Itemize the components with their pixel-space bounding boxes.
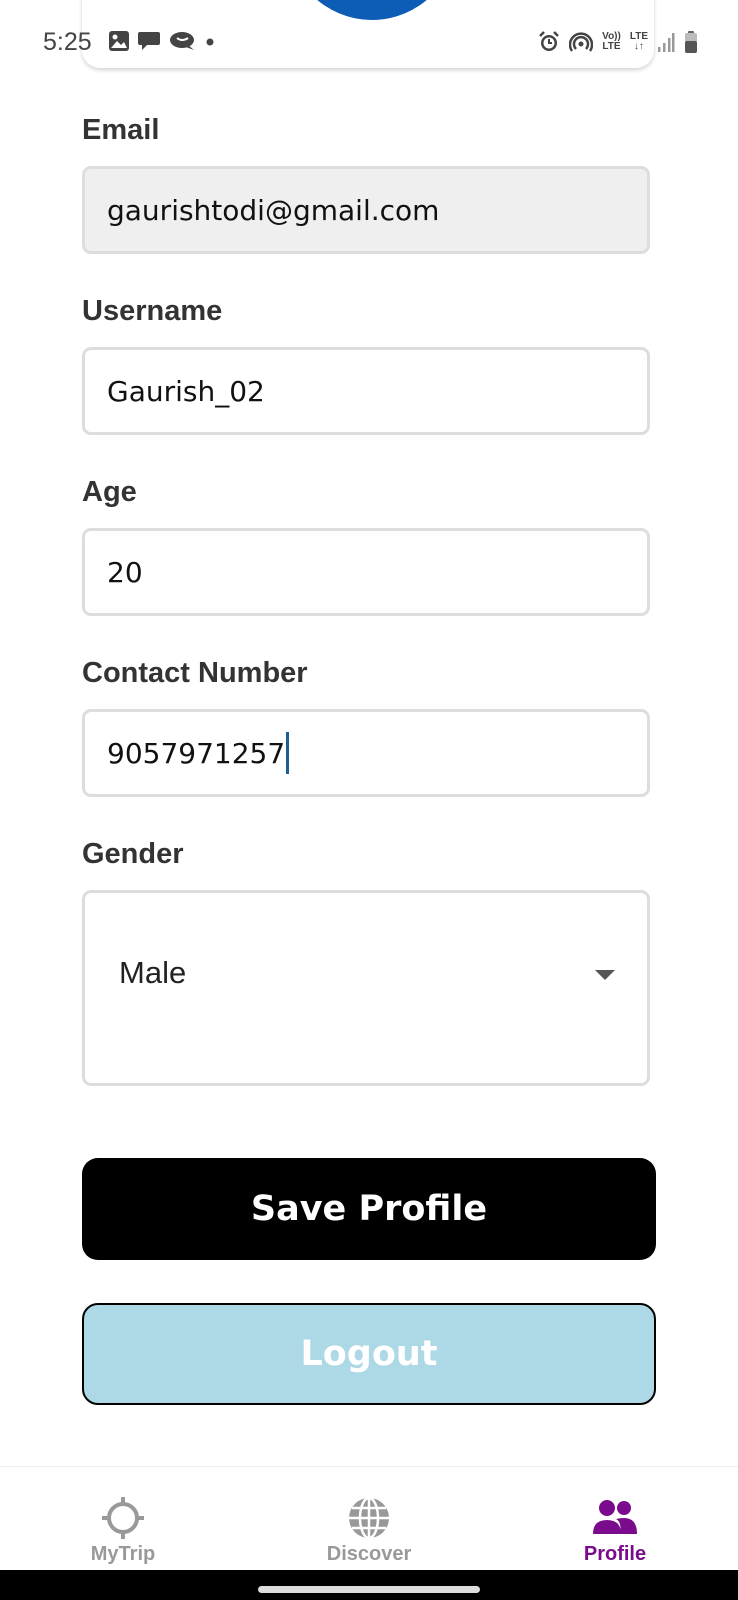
nav-item-profile[interactable]: Profile <box>535 1467 695 1571</box>
system-status-icons: Vo)) LTE LTE ↓↑ <box>538 30 698 54</box>
nav-item-mytrip[interactable]: MyTrip <box>43 1467 203 1571</box>
gender-selected-value: Male <box>119 955 187 990</box>
hotspot-icon <box>569 31 594 53</box>
gender-label: Gender <box>82 838 184 870</box>
image-icon <box>108 30 130 52</box>
users-icon <box>590 1495 640 1541</box>
nav-label-mytrip: MyTrip <box>90 1543 156 1565</box>
contact-number-value: 9057971257 <box>107 736 286 770</box>
battery-icon <box>684 30 698 54</box>
volte-icon: Vo)) LTE <box>602 32 621 52</box>
age-label: Age <box>82 476 137 508</box>
gender-select[interactable]: Male <box>82 890 650 1086</box>
nav-label-profile: Profile <box>583 1543 647 1565</box>
username-value: Gaurish_02 <box>107 374 265 408</box>
lte-label: LTE <box>629 31 648 42</box>
status-time: 5:25 <box>43 28 92 56</box>
contact-number-field[interactable]: 9057971257 <box>82 709 650 797</box>
system-navigation-bar <box>0 1570 738 1600</box>
signal-icon <box>657 31 675 53</box>
age-value: 20 <box>107 555 143 589</box>
nav-label-discover: Discover <box>326 1543 412 1565</box>
username-field[interactable]: Gaurish_02 <box>82 347 650 435</box>
dropdown-arrow-icon[interactable] <box>595 970 615 980</box>
text-cursor <box>286 732 290 774</box>
message-icon <box>168 30 196 52</box>
home-indicator[interactable] <box>258 1586 480 1593</box>
email-value: gaurishtodi@gmail.com <box>107 193 440 227</box>
notification-icons <box>108 30 217 52</box>
username-label: Username <box>82 295 223 327</box>
crosshair-icon <box>100 1495 146 1541</box>
contact-number-label: Contact Number <box>82 657 308 689</box>
nav-item-discover[interactable]: Discover <box>289 1467 449 1571</box>
alarm-icon <box>538 31 560 53</box>
logout-button[interactable]: Logout <box>82 1303 656 1405</box>
bottom-navigation: MyTrip Discover Profile <box>0 1466 738 1571</box>
chat-icon <box>137 30 161 52</box>
volte-label-bottom: LTE <box>602 41 621 52</box>
lte-icon: LTE ↓↑ <box>629 31 648 52</box>
email-field: gaurishtodi@gmail.com <box>82 166 650 254</box>
dot-icon <box>203 30 217 52</box>
save-profile-button[interactable]: Save Profile <box>82 1158 656 1260</box>
email-label: Email <box>82 114 160 146</box>
age-field[interactable]: 20 <box>82 528 650 616</box>
status-bar: 5:25 Vo)) LTE LTE ↓↑ <box>0 0 738 86</box>
globe-icon <box>346 1495 392 1541</box>
